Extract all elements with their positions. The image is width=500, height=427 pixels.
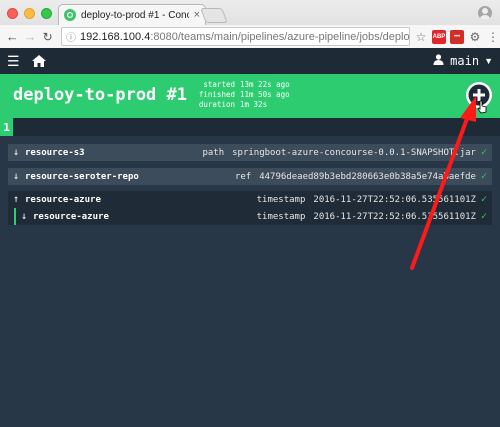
time-label: finished	[198, 90, 235, 99]
url-host: 192.168.100.4	[79, 30, 151, 43]
tab-close-icon[interactable]: ×	[194, 9, 200, 21]
lastpass-extension-icon[interactable]: •••	[449, 29, 464, 44]
concourse-app: ☰ main ▼ deploy-to-prod #1 started 13m 2…	[0, 48, 500, 427]
browser-tab[interactable]: deploy-to-prod #1 - Concours ×	[58, 4, 206, 25]
extension-gear-icon[interactable]: ⚙	[468, 30, 482, 44]
build-steps: ↓ resource-s3 path springboot-azure-conc…	[0, 144, 500, 225]
back-arrow-icon[interactable]: ←	[5, 29, 20, 44]
check-icon: ✓	[480, 194, 487, 205]
step-key: timestamp	[256, 211, 306, 222]
arrow-up-icon: ↑	[13, 194, 20, 205]
arrow-down-icon: ↓	[13, 171, 20, 182]
step-get-resource-azure[interactable]: ↓ resource-azure timestamp 2016-11-27T22…	[14, 208, 492, 225]
zoom-window-button[interactable]	[41, 8, 52, 19]
hand-cursor-icon	[477, 100, 487, 114]
bookmark-star-icon[interactable]: ☆	[414, 30, 428, 44]
adblock-extension-icon[interactable]: ABP	[431, 29, 446, 44]
step-value: springboot-azure-concourse-0.0.1-SNAPSHO…	[232, 147, 476, 158]
browser-toolbar: ← → ↻ ⓘ 192.168.100.4:8080/teams/main/pi…	[0, 25, 500, 48]
build-title: deploy-to-prod #1	[13, 85, 187, 105]
address-bar[interactable]: ⓘ 192.168.100.4:8080/teams/main/pipeline…	[60, 27, 410, 46]
time-label: started	[203, 80, 235, 89]
check-icon: ✓	[480, 147, 487, 158]
top-bar: ☰ main ▼	[0, 48, 500, 74]
build-header: deploy-to-prod #1 started 13m 22s ago fi…	[0, 74, 500, 118]
reload-icon[interactable]: ↻	[40, 30, 55, 44]
step-value: 44796deaed89b3ebd280663e0b38a5e74abaefde	[259, 171, 476, 182]
arrow-down-icon: ↓	[21, 211, 28, 222]
arrow-down-icon: ↓	[13, 147, 20, 158]
step-name: resource-azure	[25, 194, 101, 205]
step-metadata: ref 44796deaed89b3ebd280663e0b38a5e74aba…	[235, 172, 476, 182]
tab-title: deploy-to-prod #1 - Concours	[81, 9, 189, 21]
browser-window-chrome: deploy-to-prod #1 - Concours × ← → ↻ ⓘ 1…	[0, 0, 500, 48]
time-value: 13m 22s ago	[240, 80, 290, 89]
browser-menu-icon[interactable]: ⋮	[486, 30, 500, 44]
step-key: timestamp	[256, 194, 306, 205]
step-key: ref	[234, 171, 252, 182]
put-step-group: ↑ resource-azure timestamp 2016-11-27T22…	[8, 191, 492, 225]
step-metadata: path springboot-azure-concourse-0.0.1-SN…	[202, 148, 476, 158]
time-label: duration	[198, 100, 235, 109]
url-path: :8080/teams/main/pipelines/azure-pipelin…	[150, 30, 410, 43]
build-tabs: 1	[0, 118, 500, 136]
step-name: resource-seroter-repo	[25, 171, 139, 182]
build-tab-1[interactable]: 1	[0, 118, 13, 136]
step-metadata: timestamp 2016-11-27T22:52:06.535561101Z	[257, 195, 476, 205]
step-name: resource-azure	[33, 211, 109, 222]
time-row-finished: finished 11m 50s ago	[193, 90, 290, 100]
new-tab-button[interactable]	[200, 8, 228, 23]
window-controls	[7, 8, 52, 19]
step-value: 2016-11-27T22:52:06.535561101Z	[313, 194, 476, 205]
concourse-favicon-icon	[64, 9, 76, 21]
time-row-started: started 13m 22s ago	[193, 80, 290, 90]
step-value: 2016-11-27T22:52:06.535561101Z	[313, 211, 476, 222]
step-get-resource-seroter-repo[interactable]: ↓ resource-seroter-repo ref 44796deaed89…	[8, 168, 492, 185]
forward-arrow-icon[interactable]: →	[23, 29, 38, 44]
chevron-down-icon[interactable]: ▼	[484, 56, 493, 66]
step-name: resource-s3	[25, 147, 85, 158]
step-metadata: timestamp 2016-11-27T22:52:06.535561101Z	[257, 212, 476, 222]
menu-icon[interactable]: ☰	[7, 53, 20, 70]
check-icon: ✓	[480, 171, 487, 182]
check-icon: ✓	[480, 211, 487, 222]
close-window-button[interactable]	[7, 8, 18, 19]
info-icon[interactable]: ⓘ	[66, 29, 76, 44]
minimize-window-button[interactable]	[24, 8, 35, 19]
step-key: path	[202, 147, 225, 158]
time-value: 11m 50s ago	[240, 90, 290, 99]
user-menu-name[interactable]: main	[450, 54, 479, 68]
build-times: started 13m 22s ago finished 11m 50s ago…	[193, 80, 290, 110]
step-get-resource-s3[interactable]: ↓ resource-s3 path springboot-azure-conc…	[8, 144, 492, 161]
profile-icon[interactable]	[478, 6, 492, 20]
time-row-duration: duration 1m 32s	[193, 100, 290, 110]
home-icon[interactable]	[31, 55, 46, 67]
user-icon[interactable]	[433, 54, 444, 68]
step-put-resource-azure[interactable]: ↑ resource-azure timestamp 2016-11-27T22…	[8, 191, 492, 208]
time-value: 1m 32s	[240, 100, 268, 109]
